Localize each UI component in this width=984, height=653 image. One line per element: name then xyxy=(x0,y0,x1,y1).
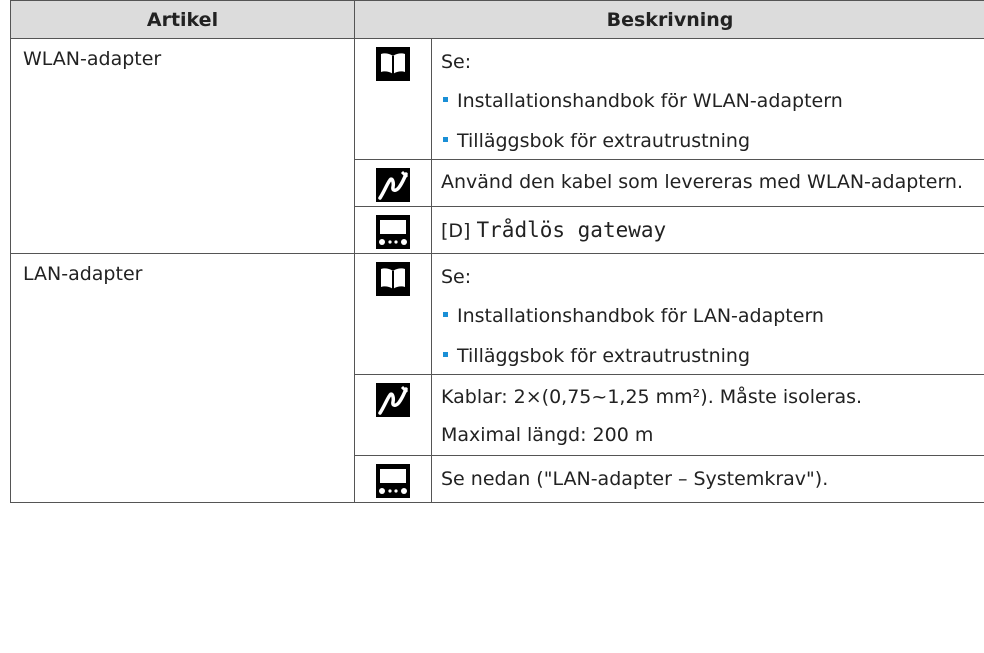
icon-cell xyxy=(354,159,432,207)
controller-icon xyxy=(376,215,410,253)
header-artikel: Artikel xyxy=(10,0,355,39)
se-label: Se: xyxy=(441,266,472,288)
table-header-row: Artikel Beskrivning xyxy=(10,0,984,39)
bullet-item: Installationshandbok för LAN-adaptern xyxy=(441,294,984,334)
max-length: Maximal längd: 200 m xyxy=(441,424,654,446)
book-icon xyxy=(376,262,410,300)
bullet-marker xyxy=(443,137,448,142)
description-cell: Se: Installationshandbok för WLAN-adapte… xyxy=(431,38,984,160)
book-icon xyxy=(376,47,410,85)
description-cell: Se: Installationshandbok för LAN-adapter… xyxy=(431,253,984,375)
cable-icon xyxy=(376,383,410,421)
icon-cell xyxy=(354,374,432,456)
description-cell: Kablar: 2×(0,75~1,25 mm²). Måste isolera… xyxy=(431,374,984,456)
bullet-item: Tilläggsbok för extrautrustning xyxy=(441,119,984,159)
artikel-cell-lan: LAN-adapter xyxy=(10,253,355,503)
cable-icon xyxy=(376,168,410,206)
cable-spec: Kablar: 2×(0,75~1,25 mm²). Måste isolera… xyxy=(441,386,863,408)
bullet-text: Installationshandbok för WLAN-adaptern xyxy=(457,90,843,112)
description-cell: Använd den kabel som levereras med WLAN-… xyxy=(431,159,984,207)
se-label: Se: xyxy=(441,51,472,73)
bullet-marker xyxy=(443,312,448,317)
bullet-text: Tilläggsbok för extrautrustning xyxy=(457,130,751,152)
header-beskrivning: Beskrivning xyxy=(354,0,984,39)
icon-cell xyxy=(354,455,432,503)
bullet-item: Installationshandbok för WLAN-adaptern xyxy=(441,79,984,119)
bullet-text: Tilläggsbok för extrautrustning xyxy=(457,345,751,367)
table-row: WLAN-adapter Se: Installationshandbok fö… xyxy=(10,38,984,254)
icon-cell xyxy=(354,253,432,375)
bullet-marker xyxy=(443,97,448,102)
artikel-cell-wlan: WLAN-adapter xyxy=(10,38,355,254)
cable-text: Använd den kabel som levereras med WLAN-… xyxy=(441,171,964,193)
description-cell: [D] Trådlös gateway xyxy=(431,206,984,254)
settings-prefix: [D] xyxy=(441,220,471,242)
article-table: Artikel Beskrivning WLAN-adapter Se: Ins… xyxy=(10,0,984,503)
settings-code: Trådlös gateway xyxy=(476,218,667,242)
icon-cell xyxy=(354,38,432,160)
bullet-item: Tilläggsbok för extrautrustning xyxy=(441,334,984,374)
icon-cell xyxy=(354,206,432,254)
controller-icon xyxy=(376,464,410,502)
bullet-marker xyxy=(443,352,448,357)
description-cell: Se nedan ("LAN-adapter – Systemkrav"). xyxy=(431,455,984,503)
settings-line: [D] Trådlös gateway xyxy=(441,207,984,248)
table-row: LAN-adapter Se: Installationshandbok för… xyxy=(10,253,984,503)
settings-text: Se nedan ("LAN-adapter – Systemkrav"). xyxy=(441,468,829,490)
bullet-text: Installationshandbok för LAN-adaptern xyxy=(457,305,824,327)
